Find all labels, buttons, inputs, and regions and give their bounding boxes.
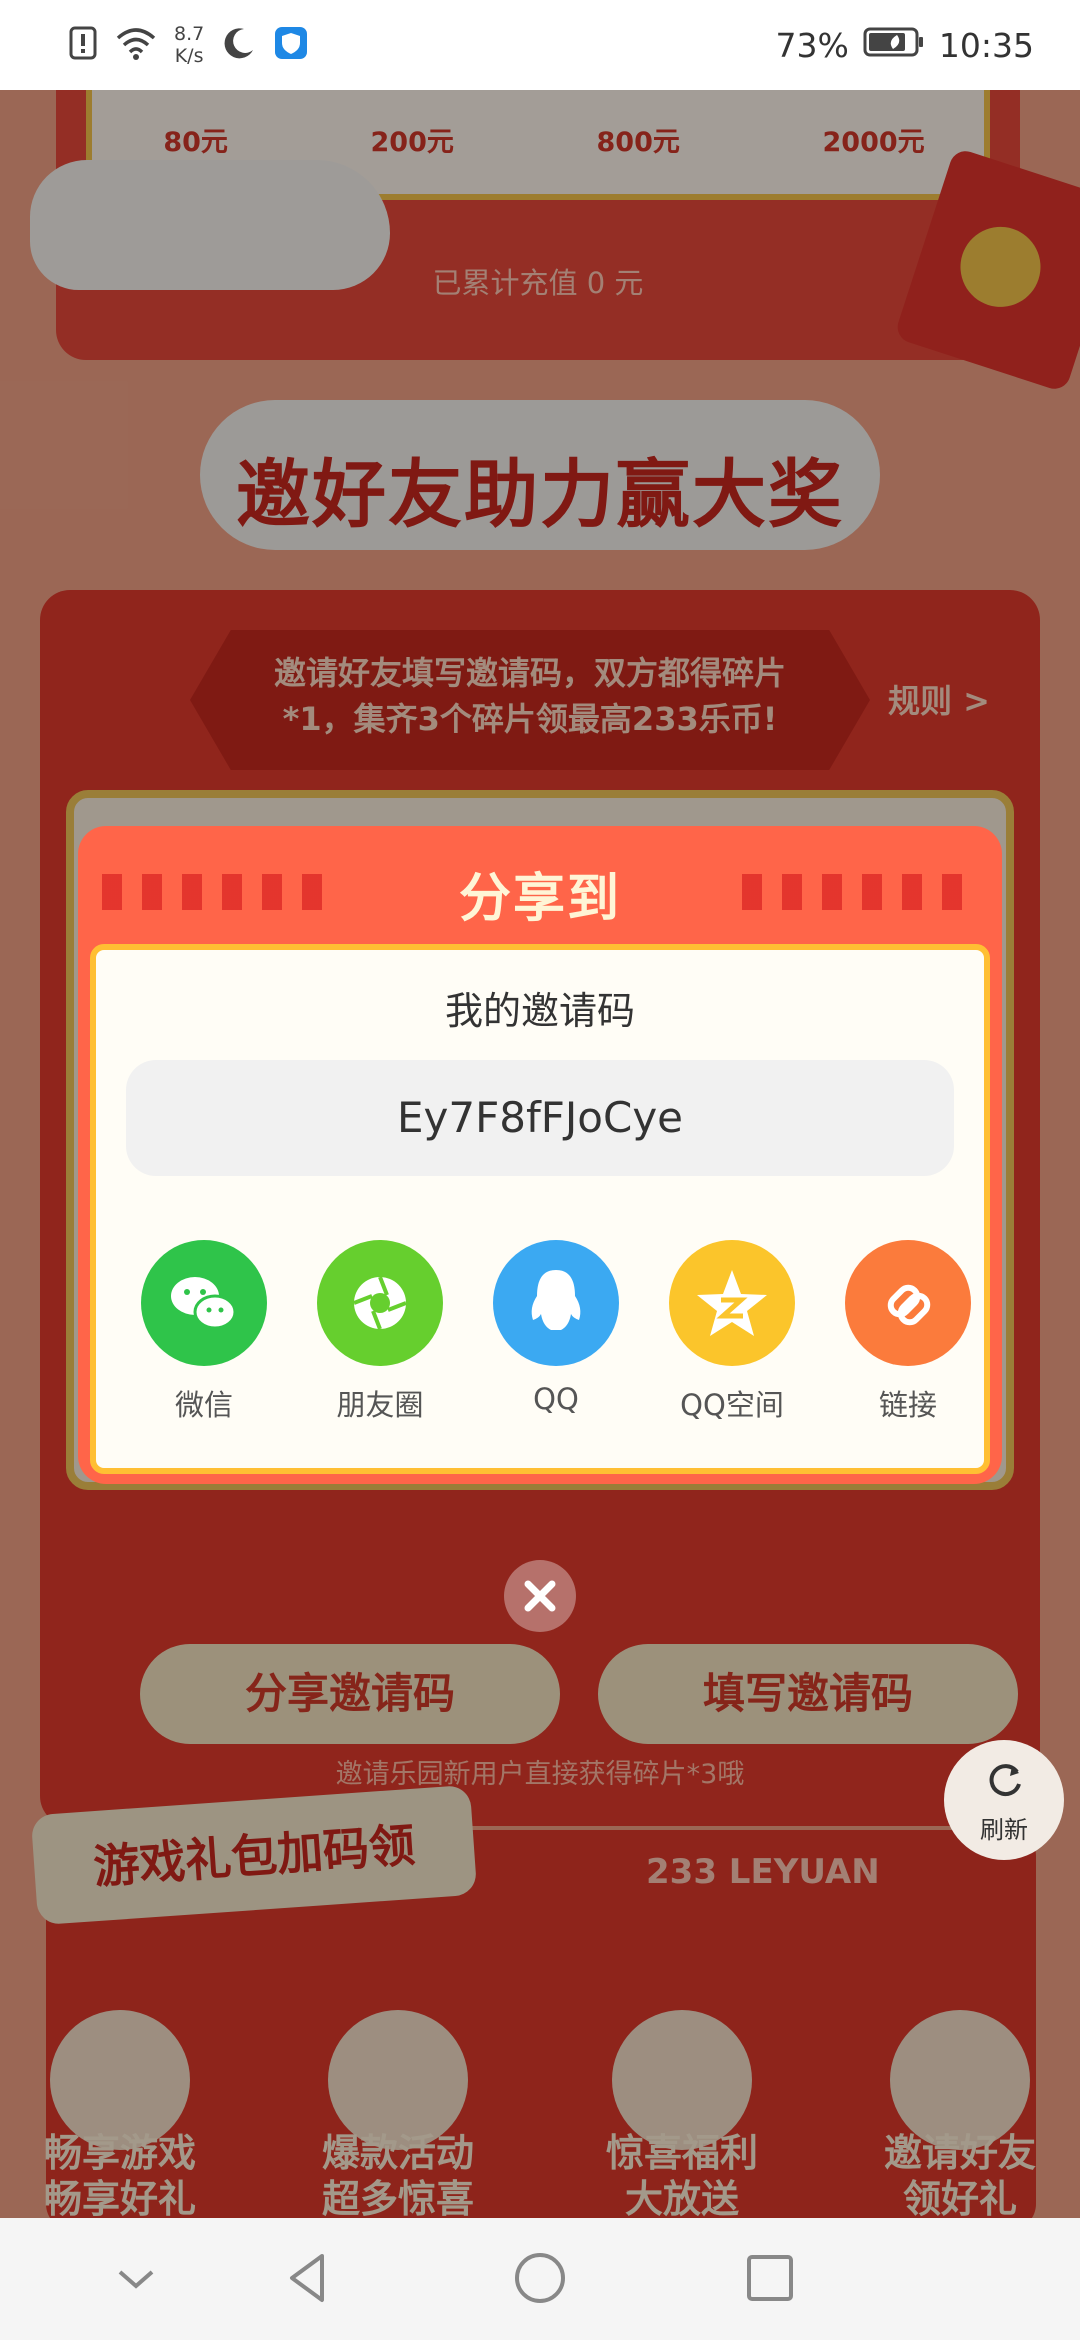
qq-icon [493,1240,619,1366]
wechat-icon [141,1240,267,1366]
share-option-wechat[interactable]: 微信 [124,1240,284,1424]
invite-code-label: 我的邀请码 [444,989,635,1033]
share-dialog-title: 分享到 [458,869,621,929]
refresh-button[interactable]: 刷新 [944,1740,1064,1860]
refresh-label: 刷新 [980,1816,1028,1844]
link-icon [845,1240,971,1366]
notification-alert-icon [68,25,98,65]
close-dialog-button[interactable] [504,1560,576,1632]
share-dialog: 分享到 我的邀请码 Ey7F8fFJoCye 微信 朋友圈 QQ QQ空间 链接 [78,826,1002,1484]
battery-percent: 73% [775,25,849,65]
battery-icon [863,26,925,65]
network-speed: 8.7 K/s [174,23,204,67]
share-option-label: QQ [533,1382,579,1416]
shield-app-icon [274,26,308,64]
share-option-moments[interactable]: 朋友圈 [300,1240,460,1424]
status-bar: 8.7 K/s 73% 10:35 [0,0,1080,90]
refresh-icon [984,1760,1026,1806]
share-option-qq[interactable]: QQ [476,1240,636,1416]
close-icon [504,1580,576,1636]
network-speed-value: 8.7 [174,23,205,45]
back-icon[interactable] [278,2248,338,2308]
qzone-icon [669,1240,795,1366]
share-option-link[interactable]: 链接 [828,1240,988,1424]
share-option-label: 微信 [174,1388,233,1422]
home-icon[interactable] [510,2248,570,2308]
invite-code-field[interactable]: Ey7F8fFJoCye [126,1060,954,1176]
recents-icon[interactable] [740,2248,800,2308]
share-option-qzone[interactable]: QQ空间 [652,1240,812,1424]
share-dialog-body: 我的邀请码 Ey7F8fFJoCye 微信 朋友圈 QQ QQ空间 链接 [90,944,990,1474]
moments-icon [317,1240,443,1366]
collapse-icon[interactable] [106,2248,166,2308]
share-option-label: 链接 [878,1388,937,1422]
moon-icon [222,26,256,64]
network-speed-unit: K/s [174,45,204,67]
system-nav-bar [0,2218,1080,2340]
share-option-label: 朋友圈 [336,1388,424,1422]
clock-time: 10:35 [938,25,1034,65]
share-options: 微信 朋友圈 QQ QQ空间 链接 [96,1240,984,1430]
wifi-icon [116,26,156,64]
share-option-label: QQ空间 [680,1388,784,1422]
